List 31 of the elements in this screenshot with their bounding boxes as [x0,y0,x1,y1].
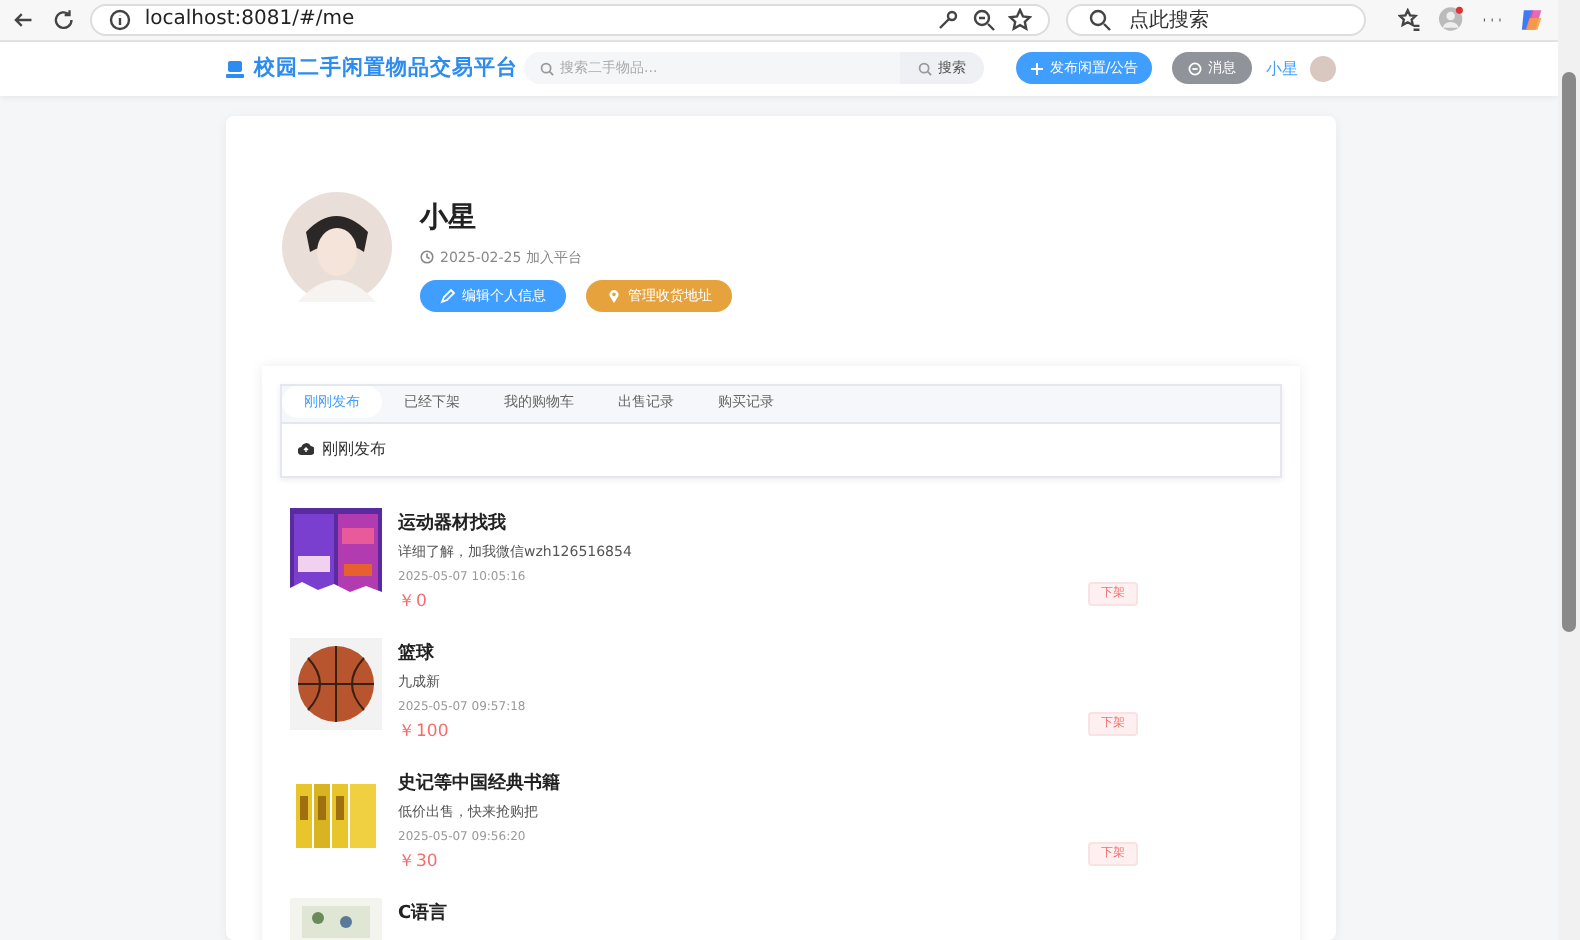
address-bar[interactable]: localhost:8081/#/me [90,3,1051,36]
browser-search-field[interactable]: 点此搜索 [1066,3,1367,36]
copilot-icon[interactable] [1518,5,1547,34]
upload-cloud-icon [298,442,314,457]
item-price: ￥0 [398,591,429,612]
item-price: ￥100 [398,721,451,742]
zoom-icon[interactable] [972,7,997,32]
key-icon[interactable] [936,7,961,32]
item-title[interactable]: 史记等中国经典书籍 [398,771,560,796]
plus-icon [1029,61,1044,76]
item-title[interactable]: 运动器材找我 [398,511,632,536]
info-icon [108,7,133,32]
shop-icon [226,59,244,78]
site-logo[interactable]: 校园二手闲置物品交易平台 [254,54,518,83]
item-price: ￥30 [398,851,440,872]
reload-icon[interactable] [51,7,75,32]
profile-avatar [282,191,392,302]
item-title[interactable]: 篮球 [398,641,526,666]
location-pin-icon [606,287,622,304]
profile-icon[interactable] [1438,6,1464,33]
pencil-icon [440,287,456,304]
search-icon [1088,7,1113,32]
profile-name: 小星 [420,199,478,236]
favorites-icon[interactable] [1398,7,1423,32]
item-title[interactable]: C语言 [398,901,448,926]
scrollbar[interactable] [1558,0,1580,940]
search-icon [540,61,554,76]
section-title: 刚刚发布 [322,438,386,461]
star-icon[interactable] [1008,7,1033,32]
search-icon [918,61,932,76]
clock-icon [420,250,434,265]
